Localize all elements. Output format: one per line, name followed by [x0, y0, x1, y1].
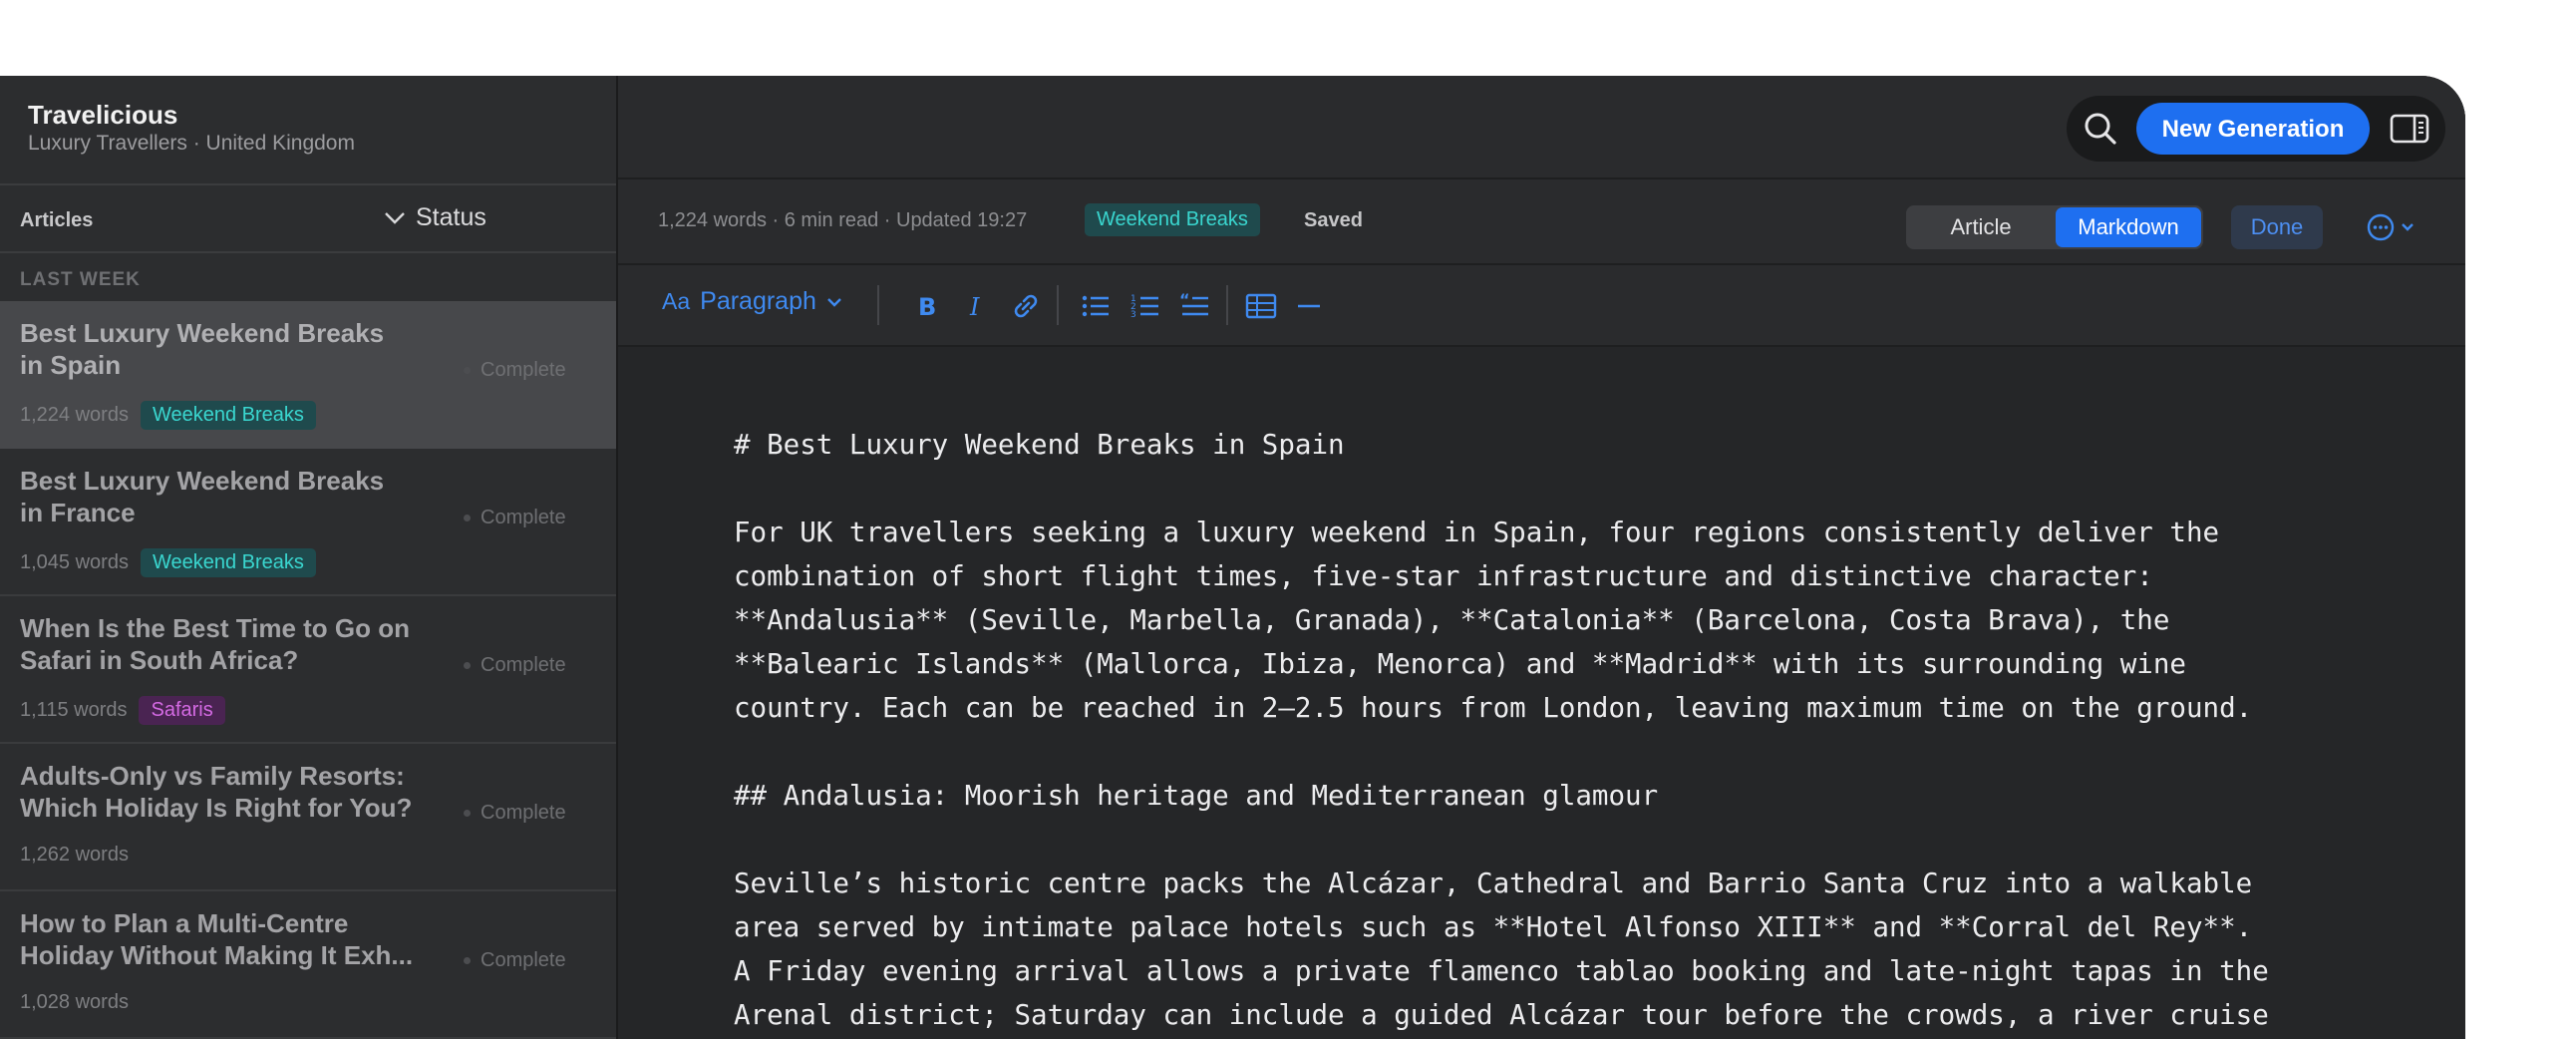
- chevron-down-icon: [827, 297, 841, 307]
- search-icon[interactable]: [2081, 109, 2120, 149]
- article-title: How to Plan a Multi-Centre Holiday Witho…: [20, 908, 414, 970]
- view-mode-toggle: Article Markdown: [1906, 205, 2203, 249]
- status-dot-icon: [464, 957, 471, 964]
- toolbar-pill: New Generation: [2067, 96, 2445, 162]
- status-dot-icon: [464, 662, 471, 669]
- document-info-bar: 1,224 words · 6 min read · Updated 19:27…: [618, 179, 2465, 265]
- text-style-icon: Aa: [662, 288, 691, 314]
- status-filter-label: Status: [416, 203, 486, 231]
- bold-icon[interactable]: B: [909, 289, 943, 323]
- bullet-list-icon[interactable]: [1079, 289, 1113, 323]
- status-dot-icon: [464, 367, 471, 374]
- done-button[interactable]: Done: [2231, 205, 2323, 249]
- toolbar-divider: [877, 285, 879, 325]
- section-label: LAST WEEK: [20, 269, 141, 290]
- link-icon[interactable]: [1009, 289, 1043, 323]
- status-label: Complete: [481, 949, 566, 971]
- workspace-subtitle: Luxury Travellers · United Kingdom: [28, 132, 355, 155]
- more-options-icon[interactable]: [2365, 211, 2424, 243]
- main-panel: New Generation 1,224 words · 6 min read …: [618, 76, 2465, 1039]
- word-count: 1,262 words: [20, 844, 129, 866]
- workspace-title[interactable]: Travelicious: [28, 100, 177, 131]
- svg-text:B: B: [918, 293, 936, 321]
- save-status: Saved: [1304, 209, 1363, 231]
- article-meta: 1,262 words: [20, 844, 129, 866]
- document-tag: Weekend Breaks: [1085, 203, 1260, 236]
- article-meta: 1,045 words Weekend Breaks: [20, 548, 316, 577]
- heading-line: # Best Luxury Weekend Breaks in Spain: [734, 429, 1345, 461]
- new-generation-button[interactable]: New Generation: [2136, 103, 2370, 155]
- category-tag: Weekend Breaks: [140, 548, 316, 577]
- svg-text:I: I: [969, 293, 980, 321]
- article-meta: 1,028 words: [20, 991, 129, 1014]
- list-item[interactable]: Adults-Only vs Family Resorts: Which Hol…: [0, 744, 616, 891]
- paragraph-text: Seville’s historic centre packs the Alcá…: [734, 867, 2269, 1031]
- word-count: 1,028 words: [20, 991, 129, 1013]
- status-label: Complete: [481, 359, 566, 381]
- article-list-header: Articles Status: [0, 183, 616, 253]
- article-list: Best Luxury Weekend Breaks in Spain 1,22…: [0, 301, 616, 1039]
- status-badge: Complete: [464, 359, 566, 382]
- article-title: Best Luxury Weekend Breaks in Spain: [20, 318, 385, 380]
- chevron-down-icon: [385, 211, 405, 224]
- subheading-line: ## Andalusia: Moorish heritage and Medit…: [734, 780, 1659, 812]
- paragraph-style-select[interactable]: Aa Paragraph: [662, 287, 842, 316]
- numbered-list-icon[interactable]: 123: [1128, 289, 1162, 323]
- app-window: Travelicious Luxury Travellers · United …: [0, 76, 2465, 1039]
- markdown-editor[interactable]: # Best Luxury Weekend Breaks in Spain Fo…: [734, 423, 2349, 1039]
- formatting-toolbar: Aa Paragraph B I 123 “: [618, 265, 2465, 347]
- status-label: Complete: [481, 654, 566, 676]
- sidebar-panel-icon[interactable]: [2390, 113, 2429, 145]
- quote-icon[interactable]: “: [1178, 289, 1212, 323]
- svg-text:3: 3: [1130, 310, 1136, 320]
- status-dot-icon: [464, 810, 471, 817]
- list-item[interactable]: Best Luxury Weekend Breaks in France 1,0…: [0, 449, 616, 596]
- word-count: 1,115 words: [20, 699, 128, 721]
- category-tag: Weekend Breaks: [140, 401, 316, 430]
- articles-column-label: Articles: [20, 209, 94, 231]
- status-badge: Complete: [464, 949, 566, 972]
- italic-icon[interactable]: I: [959, 289, 993, 323]
- status-label: Complete: [481, 802, 566, 824]
- top-bar: New Generation: [618, 76, 2465, 179]
- category-tag: Safaris: [139, 696, 225, 725]
- divider-icon[interactable]: [1292, 289, 1326, 323]
- markdown-view-button[interactable]: Markdown: [2056, 207, 2201, 247]
- word-count: 1,224 words: [20, 404, 129, 426]
- sidebar: Travelicious Luxury Travellers · United …: [0, 76, 618, 1039]
- table-icon[interactable]: [1244, 289, 1278, 323]
- status-filter[interactable]: Status: [384, 203, 486, 232]
- article-meta: 1,115 words Safaris: [20, 696, 225, 725]
- word-count: 1,045 words: [20, 551, 129, 573]
- status-badge: Complete: [464, 507, 566, 529]
- document-meta: 1,224 words · 6 min read · Updated 19:27: [658, 209, 1028, 231]
- article-title: Adults-Only vs Family Resorts: Which Hol…: [20, 761, 413, 823]
- status-dot-icon: [464, 515, 471, 521]
- article-view-button[interactable]: Article: [1908, 207, 2054, 247]
- status-badge: Complete: [464, 654, 566, 677]
- article-title: When Is the Best Time to Go on Safari in…: [20, 613, 410, 675]
- article-meta: 1,224 words Weekend Breaks: [20, 401, 316, 430]
- paragraph-style-label: Paragraph: [700, 287, 816, 315]
- article-title: Best Luxury Weekend Breaks in France: [20, 466, 385, 527]
- list-item[interactable]: How to Plan a Multi-Centre Holiday Witho…: [0, 891, 616, 1039]
- toolbar-divider: [1057, 285, 1059, 325]
- toolbar-divider: [1226, 285, 1228, 325]
- paragraph-text: For UK travellers seeking a luxury weeke…: [734, 517, 2253, 724]
- list-item[interactable]: Best Luxury Weekend Breaks in Spain 1,22…: [0, 301, 616, 449]
- status-badge: Complete: [464, 802, 566, 825]
- status-label: Complete: [481, 507, 566, 528]
- list-item[interactable]: When Is the Best Time to Go on Safari in…: [0, 596, 616, 744]
